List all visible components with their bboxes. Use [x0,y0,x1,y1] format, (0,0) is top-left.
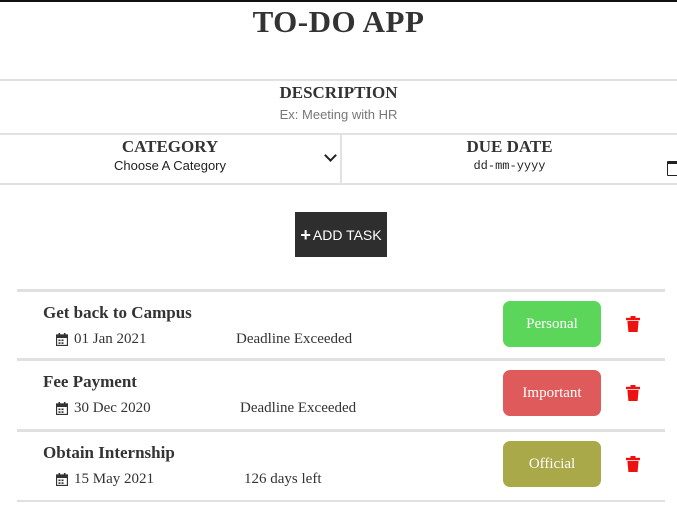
trash-icon[interactable] [626,316,640,332]
category-select-value[interactable]: Choose A Category [0,158,340,173]
add-task-button[interactable]: + ADD TASK [295,212,387,257]
task-status: Deadline Exceeded [236,331,353,347]
calendar-icon [56,473,68,486]
plus-icon: + [300,224,311,245]
due-date-field[interactable]: DUE DATE dd-mm-yyyy [342,133,677,183]
due-date-input[interactable]: dd-mm-yyyy [342,159,677,173]
task-title: Get back to Campus [43,303,192,322]
task-title: Obtain Internship [43,443,175,462]
category-label: CATEGORY [121,137,219,156]
task-item: Get back to Campus 01 Jan 2021 Deadline … [17,289,665,360]
trash-icon[interactable] [626,385,640,401]
description-input[interactable] [136,106,541,123]
task-date: 15 May 2021 [74,471,154,487]
task-date: 01 Jan 2021 [74,331,147,347]
category-badge: Important [503,370,601,416]
add-task-label: ADD TASK [312,226,382,243]
app-title: TO-DO APP [252,4,425,39]
calendar-icon [56,333,68,346]
task-item: Fee Payment 30 Dec 2020 Deadline Exceede… [17,358,665,429]
task-item: Obtain Internship 15 May 2021 126 days l… [17,429,665,502]
description-section: DESCRIPTION [0,79,677,135]
description-label: DESCRIPTION [279,83,398,102]
task-date: 30 Dec 2020 [74,400,151,416]
category-badge: Personal [503,301,601,347]
trash-icon[interactable] [626,456,640,472]
due-date-label: DUE DATE [466,137,553,156]
task-title: Fee Payment [43,372,137,391]
category-date-row: CATEGORY Choose A Category DUE DATE dd-m… [0,133,677,185]
calendar-icon [56,402,68,415]
category-badge: Official [503,441,601,487]
category-select[interactable]: CATEGORY Choose A Category [0,133,342,183]
calendar-picker-icon[interactable] [667,161,677,176]
task-status: Deadline Exceeded [240,400,357,416]
task-status: 126 days left [244,471,322,487]
